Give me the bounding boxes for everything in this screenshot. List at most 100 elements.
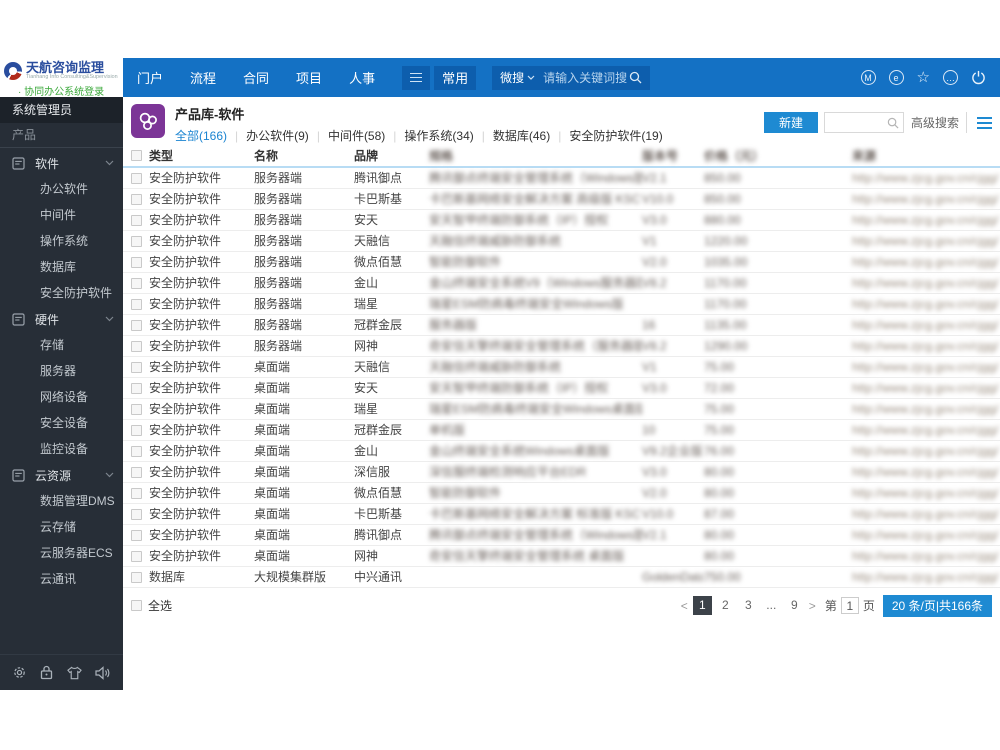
column-header-名称[interactable]: 名称: [254, 144, 354, 168]
sidebar-item-云存储[interactable]: 云存储: [0, 514, 123, 540]
row-checkbox[interactable]: [131, 550, 142, 562]
sidebar-item-安全设备[interactable]: 安全设备: [0, 410, 123, 436]
table-search-input[interactable]: [824, 114, 883, 131]
row-checkbox[interactable]: [131, 361, 142, 373]
prev-page-button[interactable]: <: [681, 599, 688, 613]
sidebar-item-监控设备[interactable]: 监控设备: [0, 436, 123, 462]
nav-item-5[interactable]: 人事: [349, 68, 375, 87]
sidebar-item-中间件[interactable]: 中间件: [0, 202, 123, 228]
sidebar-item-数据管理DMS[interactable]: 数据管理DMS: [0, 488, 123, 514]
lock-icon[interactable]: [40, 665, 53, 680]
sidebar-group-软件[interactable]: 软件: [0, 150, 123, 176]
page-button-2[interactable]: 2: [716, 596, 735, 615]
sidebar-item-网络设备[interactable]: 网络设备: [0, 384, 123, 410]
e-badge-icon[interactable]: e: [888, 70, 904, 85]
row-checkbox[interactable]: [131, 382, 142, 394]
advanced-search-button[interactable]: 高级搜索: [902, 112, 966, 133]
tab-全部(166)[interactable]: 全部(166): [175, 127, 227, 144]
sidebar-item-数据库[interactable]: 数据库: [0, 254, 123, 280]
row-checkbox[interactable]: [131, 487, 142, 499]
sidebar-section-products[interactable]: 产品: [0, 123, 123, 147]
header-checkbox[interactable]: [131, 150, 142, 162]
row-checkbox-cell: [123, 545, 149, 567]
table-row: 安全防护软件 服务器端 天融信 天融信终端威胁防御系统 V1 1220.00 http://…: [123, 230, 1000, 252]
speaker-icon[interactable]: [95, 665, 111, 680]
row-checkbox[interactable]: [131, 529, 142, 541]
tab-办公软件(9)[interactable]: 办公软件(9): [246, 127, 309, 144]
sidebar-item-存储[interactable]: 存储: [0, 332, 123, 358]
column-header-版本号[interactable]: 版本号: [642, 144, 704, 168]
column-header-价格（元）[interactable]: 价格（元）: [704, 144, 852, 168]
sidebar-item-操作系统[interactable]: 操作系统: [0, 228, 123, 254]
row-checkbox[interactable]: [131, 235, 142, 247]
global-search-input[interactable]: [543, 70, 630, 85]
row-checkbox[interactable]: [131, 193, 142, 205]
nav-item-4[interactable]: 项目: [296, 68, 322, 87]
star-icon[interactable]: ☆: [917, 70, 930, 85]
row-checkbox[interactable]: [131, 298, 142, 310]
column-header-品牌[interactable]: 品牌: [354, 144, 429, 168]
page-size-badge[interactable]: 20 条/页|共166条: [882, 594, 992, 617]
column-header-来源[interactable]: 来源: [852, 144, 1000, 168]
search-scope-dropdown[interactable]: 微搜: [500, 69, 535, 86]
tab-数据库(46)[interactable]: 数据库(46): [493, 127, 550, 144]
cell-规格: 深信服终端检测响应平台EDR: [429, 461, 642, 483]
sidebar-item-云通讯[interactable]: 云通讯: [0, 566, 123, 592]
page-jump-input[interactable]: 1: [840, 597, 859, 614]
cell-名称: 服务器端: [254, 314, 354, 336]
search-icon[interactable]: [629, 71, 642, 84]
row-checkbox[interactable]: [131, 403, 142, 415]
menu-toggle-button[interactable]: [402, 65, 431, 90]
page-button-1[interactable]: 1: [692, 596, 712, 615]
column-header-类型[interactable]: 类型: [149, 144, 254, 168]
cell-类型: 安全防护软件: [149, 272, 254, 294]
m-badge-icon[interactable]: M: [860, 70, 876, 85]
table-search-icon[interactable]: [883, 117, 903, 129]
cell-规格: 金山终端安全系统V9（Windows服务器版）: [429, 272, 642, 294]
theme-shirt-icon[interactable]: [66, 666, 82, 680]
row-checkbox[interactable]: [131, 173, 142, 185]
tab-安全防护软件(19)[interactable]: 安全防护软件(19): [569, 127, 662, 144]
cell-类型: 安全防护软件: [149, 314, 254, 336]
tab-中间件(58)[interactable]: 中间件(58): [328, 127, 385, 144]
sidebar-item-安全防护软件[interactable]: 安全防护软件: [0, 280, 123, 306]
power-icon[interactable]: [971, 70, 986, 85]
row-checkbox-cell: [123, 419, 149, 441]
cell-名称: 服务器端: [254, 167, 354, 189]
cell-品牌: 网神: [354, 335, 429, 357]
favorites-button[interactable]: 常用: [434, 65, 477, 90]
row-checkbox[interactable]: [131, 571, 142, 583]
select-all-checkbox[interactable]: [131, 600, 142, 611]
gear-icon[interactable]: [12, 665, 27, 680]
row-checkbox[interactable]: [131, 508, 142, 520]
row-checkbox[interactable]: [131, 256, 142, 268]
nav-item-2[interactable]: 流程: [190, 68, 216, 87]
nav-item-3[interactable]: 合同: [243, 68, 269, 87]
tab-操作系统(34)[interactable]: 操作系统(34): [404, 127, 473, 144]
row-checkbox[interactable]: [131, 466, 142, 478]
sidebar-item-服务器[interactable]: 服务器: [0, 358, 123, 384]
more-icon[interactable]: …: [943, 70, 958, 85]
sidebar-group-云资源[interactable]: 云资源: [0, 462, 123, 488]
column-header-规格[interactable]: 规格: [429, 144, 642, 168]
row-checkbox[interactable]: [131, 214, 142, 226]
page-button-9[interactable]: 9: [785, 596, 804, 615]
select-all[interactable]: 全选: [123, 597, 172, 614]
sidebar-item-办公软件[interactable]: 办公软件: [0, 176, 123, 202]
top-nav-bar: 门户 流程 合同 项目 人事 常用 微搜 Me ☆ …: [123, 58, 1000, 97]
sidebar-group-硬件[interactable]: 硬件: [0, 306, 123, 332]
page-button-3[interactable]: 3: [739, 596, 758, 615]
row-checkbox[interactable]: [131, 445, 142, 457]
cell-价格（元）: 1220.00: [704, 230, 852, 252]
nav-item-1[interactable]: 门户: [137, 68, 163, 87]
row-checkbox-cell: [123, 230, 149, 252]
row-checkbox[interactable]: [131, 340, 142, 352]
list-view-icon[interactable]: [977, 116, 992, 129]
next-page-button[interactable]: >: [809, 599, 816, 613]
new-button[interactable]: 新建: [763, 112, 818, 133]
sidebar-item-云服务器ECS[interactable]: 云服务器ECS: [0, 540, 123, 566]
page-jump-prefix: 第: [824, 599, 837, 613]
row-checkbox[interactable]: [131, 319, 142, 331]
row-checkbox[interactable]: [131, 424, 142, 436]
row-checkbox[interactable]: [131, 277, 142, 289]
